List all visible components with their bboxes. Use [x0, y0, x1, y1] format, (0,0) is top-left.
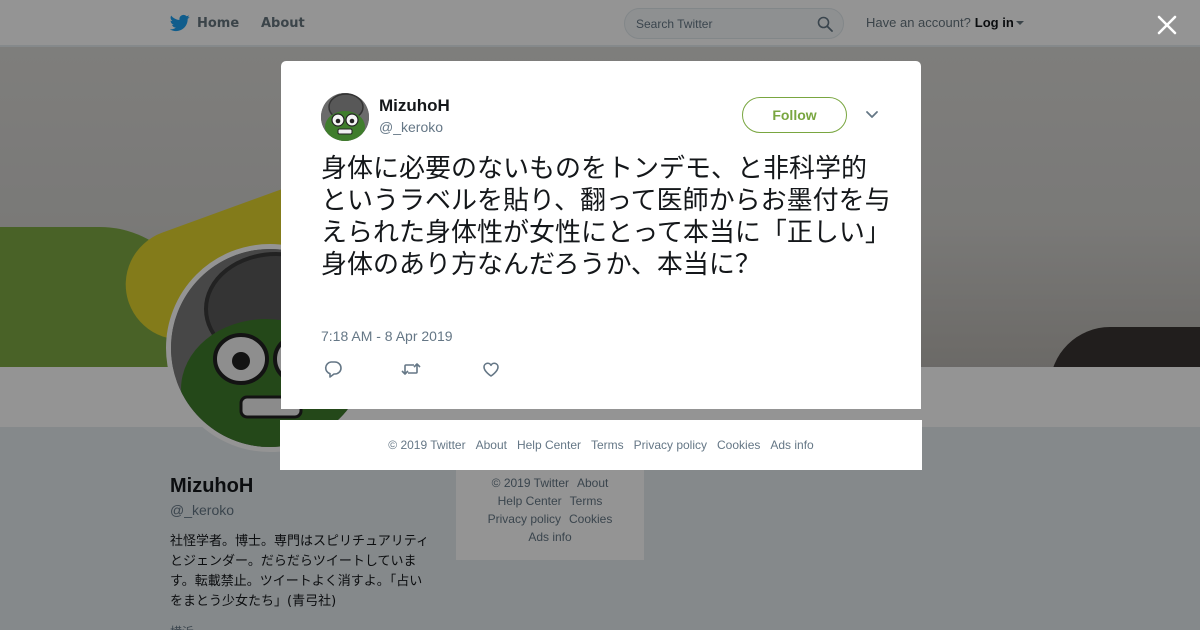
heart-icon[interactable] — [481, 360, 501, 378]
footer-help-link[interactable]: Help Center — [517, 438, 581, 452]
chevron-down-icon[interactable] — [865, 109, 879, 121]
tweet-text: 身体に必要のないものをトンデモ、と非科学的というラベルを貼り、翻って医師からお墨… — [321, 154, 891, 280]
tweet-timestamp[interactable]: 7:18 AM - 8 Apr 2019 — [321, 328, 453, 344]
footer-about-link[interactable]: About — [476, 438, 507, 452]
modal-footer: © 2019 Twitter About Help Center Terms P… — [280, 420, 922, 470]
follow-button[interactable]: Follow — [742, 97, 847, 133]
footer-privacy-link[interactable]: Privacy policy — [634, 438, 707, 452]
footer-terms-link[interactable]: Terms — [591, 438, 624, 452]
close-icon[interactable] — [1156, 14, 1178, 36]
footer-ads-link[interactable]: Ads info — [770, 438, 813, 452]
tweet-modal: MizuhoH @_keroko Follow 身体に必要のないものをトンデモ、… — [281, 61, 921, 409]
reply-icon[interactable] — [323, 360, 343, 378]
retweet-icon[interactable] — [401, 360, 421, 378]
footer-copyright: © 2019 Twitter — [388, 438, 466, 452]
footer-cookies-link[interactable]: Cookies — [717, 438, 760, 452]
author-avatar[interactable] — [321, 93, 369, 141]
author-name[interactable]: MizuhoH — [379, 96, 450, 116]
avatar-image — [321, 93, 369, 141]
author-handle[interactable]: @_keroko — [379, 119, 443, 135]
